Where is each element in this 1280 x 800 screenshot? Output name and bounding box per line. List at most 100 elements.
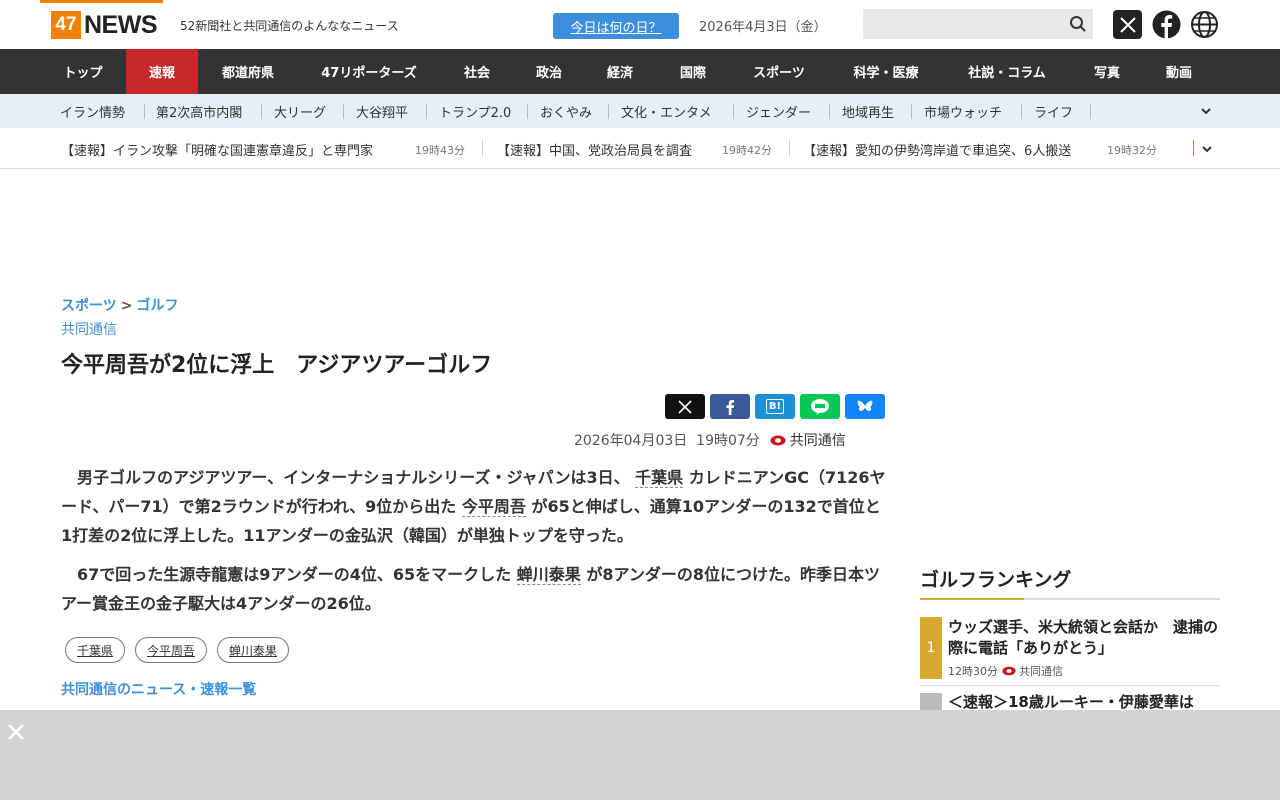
breadcrumb: スポーツ > ゴルフ: [61, 295, 178, 315]
tag-list: 千葉県 今平周吾 蝉川泰果: [65, 637, 290, 663]
ranking-separator: [920, 685, 1220, 686]
share-hatena-button[interactable]: B!: [755, 394, 795, 419]
ticker-headline[interactable]: 【速報】イラン攻撃「明確な国連憲章違反」と専門家: [61, 140, 373, 159]
keyword-link[interactable]: 今平周吾: [461, 497, 526, 517]
topic-item[interactable]: ライフ: [1034, 94, 1073, 128]
hatena-icon: B!: [765, 399, 785, 414]
chevron-down-icon[interactable]: [1201, 143, 1213, 155]
nav-item-active[interactable]: 速報: [126, 49, 198, 94]
ticker-headline[interactable]: 【速報】愛知の伊勢湾岸道で車追突、6人搬送: [803, 140, 1071, 159]
ranking-divider-accent: [920, 598, 1024, 600]
topic-item[interactable]: 大リーグ: [274, 94, 326, 128]
nav-item[interactable]: 国際: [656, 49, 730, 94]
site-tagline: 52新聞社と共同通信のよんななニュース: [180, 19, 399, 33]
nav-item[interactable]: 動画: [1144, 49, 1214, 94]
nav-item[interactable]: 社会: [440, 49, 514, 94]
ranking-headline[interactable]: ウッズ選手、米大統領と会話か 逮捕の際に電話「ありがとう」: [948, 617, 1218, 659]
bluesky-icon: [857, 400, 873, 411]
share-facebook-button[interactable]: [710, 394, 750, 419]
nav-item[interactable]: 社説・コラム: [944, 49, 1070, 94]
topic-divider: [426, 104, 427, 119]
rank-number: 1: [920, 617, 942, 679]
topic-item[interactable]: 大谷翔平: [356, 94, 408, 128]
breadcrumb-separator: >: [120, 298, 133, 314]
site-header: 47 NEWS 52新聞社と共同通信のよんななニュース 今日は何の日？ 2026…: [0, 0, 1280, 49]
ticker-headline[interactable]: 【速報】中国、党政治局員を調査: [497, 140, 692, 159]
ticker-time: 19時42分: [722, 144, 772, 157]
nav-item[interactable]: 経済: [584, 49, 656, 94]
logo-number: 47: [51, 11, 81, 39]
topic-item[interactable]: ジェンダー: [746, 94, 811, 128]
ranking-source[interactable]: 共同通信: [1019, 663, 1063, 679]
topic-nav: イラン情勢 第2次高市内閣 大リーグ 大谷翔平 トランプ2.0 おくやみ 文化・…: [0, 94, 1280, 128]
search-icon[interactable]: [1069, 15, 1087, 33]
topic-divider: [1090, 104, 1091, 119]
source-link[interactable]: 共同通信: [61, 319, 117, 339]
topic-divider: [733, 104, 734, 119]
facebook-icon[interactable]: [1152, 10, 1181, 39]
topic-item[interactable]: 文化・エンタメ: [621, 94, 712, 128]
topic-item[interactable]: 地域再生: [842, 94, 894, 128]
nav-item[interactable]: トップ: [40, 49, 126, 94]
globe-icon[interactable]: [1190, 10, 1219, 39]
today-in-history-button[interactable]: 今日は何の日？: [553, 13, 679, 39]
current-date: 2026年4月3日（金）: [699, 20, 827, 35]
topic-item[interactable]: 市場ウォッチ: [924, 94, 1002, 128]
paragraph-text: 67で回った生源寺龍憲は9アンダーの4位、65をマークした: [61, 565, 512, 584]
topic-divider: [527, 104, 528, 119]
breadcrumb-golf[interactable]: ゴルフ: [136, 298, 178, 314]
article-paragraph: 男子ゴルフのアジアツアー、インターナショナルシリーズ・ジャパンは3日、 千葉県 …: [61, 463, 891, 550]
nav-item[interactable]: スポーツ: [730, 49, 828, 94]
line-icon: [811, 398, 829, 415]
topic-divider: [829, 104, 830, 119]
bottom-ad-overlay: [0, 710, 1280, 800]
tag-chip[interactable]: 千葉県: [65, 637, 126, 663]
topic-item[interactable]: おくやみ: [540, 94, 592, 128]
article-datetime: 2026年04月03日 19時07分: [574, 433, 760, 449]
ticker-time: 19時43分: [415, 144, 465, 157]
nav-item[interactable]: 写真: [1070, 49, 1144, 94]
ranking-time: 12時30分: [948, 665, 998, 678]
article-paragraph: 67で回った生源寺龍憲は9アンダーの4位、65をマークした 蝉川泰果 が8アンダ…: [61, 560, 891, 618]
ranking-title: ゴルフランキング: [920, 569, 1072, 591]
nav-item[interactable]: 都道府県: [198, 49, 298, 94]
share-x-button[interactable]: [665, 394, 705, 419]
ticker-time: 19時32分: [1107, 144, 1157, 157]
nav-item[interactable]: 47リポーターズ: [298, 49, 440, 94]
topic-divider: [343, 104, 344, 119]
paragraph-text: 男子ゴルフのアジアツアー、インターナショナルシリーズ・ジャパンは3日、: [61, 468, 630, 487]
ticker-divider: [789, 140, 790, 156]
ticker-divider: [482, 140, 483, 156]
nav-item[interactable]: 科学・医療: [828, 49, 944, 94]
close-icon[interactable]: [6, 722, 26, 742]
nav-item[interactable]: 政治: [514, 49, 584, 94]
topic-item[interactable]: トランプ2.0: [439, 94, 511, 128]
keyword-link[interactable]: 千葉県: [635, 468, 684, 488]
tag-chip[interactable]: 蝉川泰果: [217, 637, 290, 663]
tag-chip[interactable]: 今平周吾: [135, 637, 208, 663]
x-icon: [678, 399, 692, 414]
logo-word: NEWS: [84, 10, 158, 39]
article-title: 今平周吾が2位に浮上 アジアツアーゴルフ: [61, 353, 493, 378]
x-icon[interactable]: [1113, 10, 1142, 39]
keyword-link[interactable]: 蝉川泰果: [516, 565, 581, 585]
facebook-icon: [726, 399, 735, 415]
ranking-meta: 12時30分 共同通信: [948, 663, 1063, 679]
breaking-news-ticker: 【速報】イラン攻撃「明確な国連憲章違反」と専門家 19時43分 【速報】中国、党…: [0, 128, 1280, 169]
share-line-button[interactable]: [800, 394, 840, 419]
news-list-link[interactable]: 共同通信のニュース・速報一覧: [61, 679, 256, 699]
site-logo[interactable]: 47 NEWS: [51, 10, 158, 39]
breadcrumb-sports[interactable]: スポーツ: [61, 298, 117, 314]
topic-divider: [608, 104, 609, 119]
share-bluesky-button[interactable]: [845, 394, 885, 419]
search-input[interactable]: [863, 9, 1093, 39]
topic-divider: [144, 104, 145, 119]
kyodo-logo-icon: [770, 435, 786, 445]
article-meta: 2026年04月03日 19時07分 共同通信: [574, 430, 846, 450]
topic-item[interactable]: 第2次高市内閣: [156, 94, 242, 128]
topic-item[interactable]: イラン情勢: [60, 94, 125, 128]
ticker-divider: [1193, 140, 1194, 156]
topic-divider: [1021, 104, 1022, 119]
chevron-down-icon[interactable]: [1200, 105, 1212, 117]
article-source[interactable]: 共同通信: [790, 430, 846, 450]
